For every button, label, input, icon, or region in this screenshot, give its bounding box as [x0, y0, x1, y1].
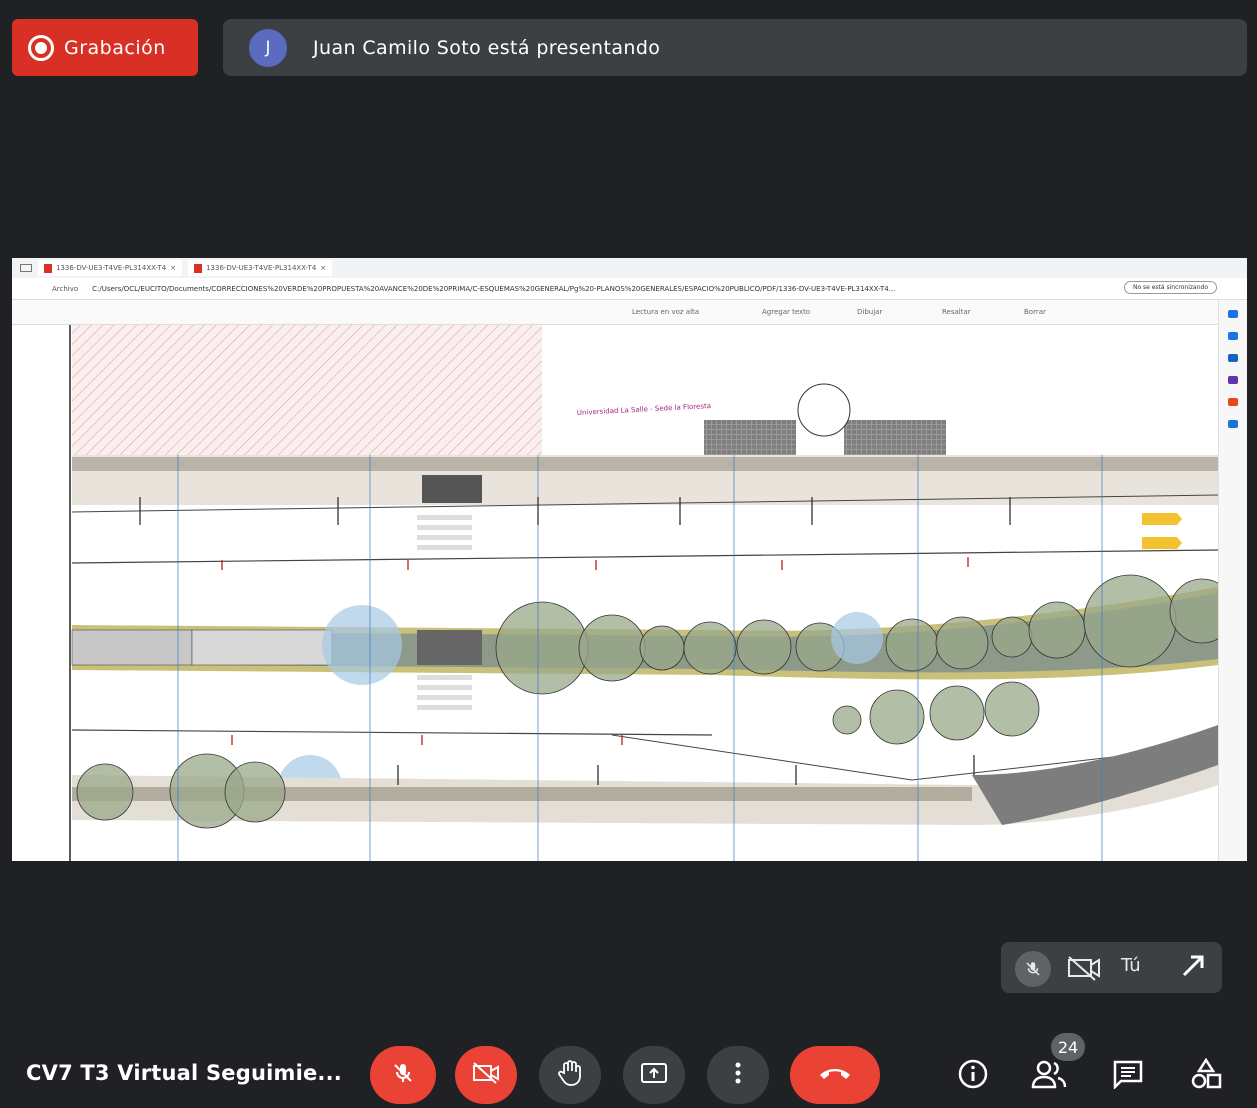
raise-hand-button[interactable] [539, 1046, 601, 1104]
microphone-toggle-button[interactable] [370, 1046, 436, 1104]
people-button[interactable] [1029, 1056, 1069, 1096]
browser-sidebar [1218, 300, 1247, 861]
read-aloud-button[interactable]: Lectura en voz alta [632, 308, 699, 316]
outlook-icon[interactable] [1228, 420, 1238, 428]
presenter-banner: J Juan Camilo Soto está presentando [223, 19, 1247, 76]
pdf-viewer[interactable]: Universidad La Salle - Sede la Floresta [12, 325, 1218, 861]
tab-title: 1336-DV-UE3-T4VE-PL314XX-T4 [206, 264, 317, 272]
games-icon[interactable] [1228, 376, 1238, 384]
browser-tab[interactable]: 1336-DV-UE3-T4VE-PL314XX-T4 × [188, 260, 333, 276]
close-tab-icon[interactable]: × [170, 264, 176, 272]
shared-screen: 1336-DV-UE3-T4VE-PL314XX-T4 × 1336-DV-UE… [12, 258, 1247, 861]
office-icon[interactable] [1228, 398, 1238, 406]
presenter-text: Juan Camilo Soto está presentando [313, 36, 661, 59]
tools-icon[interactable] [1228, 354, 1238, 362]
self-view-tile[interactable]: Tú [1001, 942, 1222, 993]
info-icon [957, 1058, 989, 1094]
draw-button[interactable]: Dibujar [857, 308, 882, 316]
participant-count-badge: 24 [1051, 1033, 1085, 1061]
highlight-button[interactable]: Resaltar [942, 308, 971, 316]
more-options-button[interactable] [707, 1046, 769, 1104]
mic-off-icon [391, 1061, 415, 1089]
address-url: C:/Users/OCL/EUCITO/Documents/CORRECCION… [92, 284, 896, 293]
more-options-icon [734, 1061, 742, 1089]
presenter-avatar: J [249, 28, 287, 67]
pdf-toolbar: Lectura en voz alta Agregar texto Dibuja… [12, 300, 1247, 325]
erase-button[interactable]: Borrar [1024, 308, 1046, 316]
present-button[interactable] [623, 1046, 685, 1104]
expand-icon[interactable] [1179, 952, 1207, 984]
recording-label: Grabación [64, 36, 166, 59]
record-icon [28, 34, 54, 61]
address-scheme: Archivo [52, 284, 79, 293]
sync-status-pill[interactable]: No se está sincronizando [1123, 281, 1217, 294]
camera-off-icon [1067, 955, 1101, 985]
chat-button[interactable] [1108, 1056, 1148, 1096]
close-tab-icon[interactable]: × [320, 264, 326, 272]
browser-tab-bar: 1336-DV-UE3-T4VE-PL314XX-T4 × 1336-DV-UE… [12, 258, 1247, 278]
pdf-icon [44, 263, 52, 273]
tag-icon[interactable] [1228, 332, 1238, 340]
top-bar: Grabación J Juan Camilo Soto está presen… [0, 0, 1257, 90]
end-call-icon [818, 1065, 852, 1085]
pdf-icon [194, 263, 203, 273]
meeting-info-button[interactable] [953, 1056, 993, 1096]
tab-title: 1336-DV-UE3-T4VE-PL314XX-T4 [56, 264, 167, 272]
recording-badge[interactable]: Grabación [12, 19, 198, 76]
tab-actions-icon[interactable] [20, 264, 32, 272]
chat-icon [1112, 1059, 1144, 1093]
address-bar[interactable]: Archivo C:/Users/OCL/EUCITO/Documents/CO… [12, 278, 1247, 300]
search-icon[interactable] [1228, 310, 1238, 318]
camera-toggle-button[interactable] [455, 1046, 517, 1104]
browser-tab[interactable]: 1336-DV-UE3-T4VE-PL314XX-T4 × [38, 260, 183, 276]
meeting-title: CV7 T3 Virtual Seguimie... [26, 1061, 342, 1085]
activities-icon [1190, 1057, 1222, 1094]
people-icon [1031, 1059, 1067, 1093]
camera-off-icon [472, 1061, 500, 1089]
activities-button[interactable] [1186, 1056, 1226, 1096]
drawing-annotation: Universidad La Salle - Sede la Floresta [577, 402, 712, 417]
present-icon [640, 1062, 668, 1088]
raise-hand-icon [557, 1059, 583, 1091]
self-label: Tú [1121, 955, 1141, 976]
end-call-button[interactable] [790, 1046, 880, 1104]
site-plan-drawing: Universidad La Salle - Sede la Floresta [69, 325, 1218, 861]
mic-off-icon [1015, 951, 1051, 987]
add-text-button[interactable]: Agregar texto [762, 308, 810, 316]
